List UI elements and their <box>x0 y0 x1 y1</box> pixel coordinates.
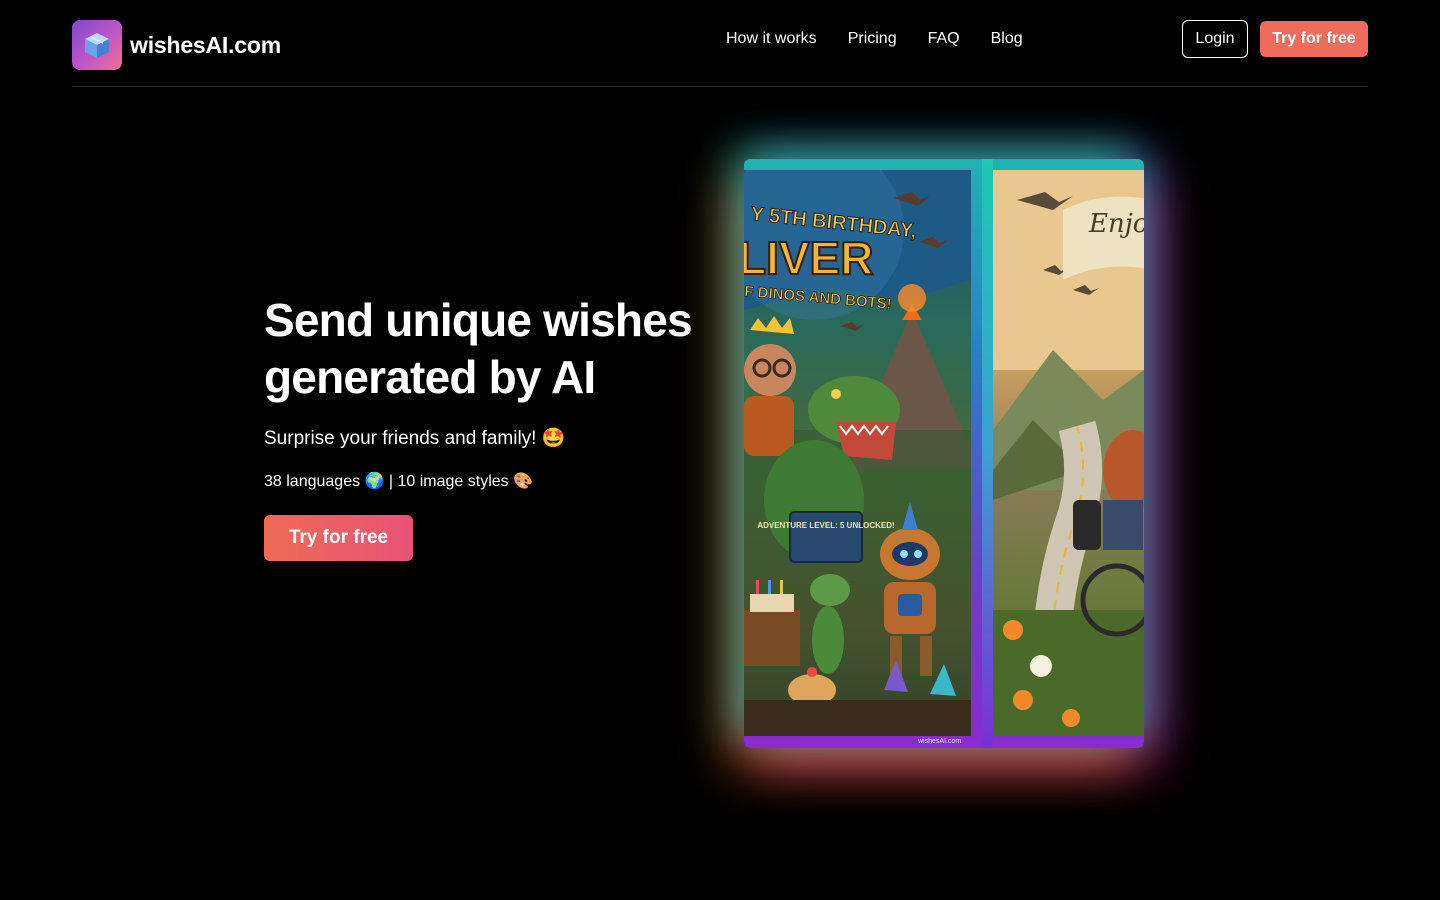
site-header: wishesAI.com How it works Pricing FAQ Bl… <box>72 0 1368 87</box>
card-divider <box>982 159 993 748</box>
nav-pricing[interactable]: Pricing <box>848 30 897 48</box>
adventure-sign: ADVENTURE LEVEL: 5 UNLOCKED! <box>757 521 894 530</box>
hero-title: Send unique wishes generated by AI <box>264 294 693 403</box>
try-for-free-hero-button[interactable]: Try for free <box>264 515 413 561</box>
hero-subtitle: Surprise your friends and family! 🤩 <box>264 428 566 449</box>
nav-how-it-works[interactable]: How it works <box>726 30 817 48</box>
gift-box-icon <box>72 20 122 70</box>
dino-robot-illustration: Y 5TH BIRTHDAY, LIVER F DINOS AND BOTS! <box>744 170 971 736</box>
showcase-card-stack: Y 5TH BIRTHDAY, LIVER F DINOS AND BOTS! <box>744 159 1144 748</box>
nav-faq[interactable]: FAQ <box>928 30 960 48</box>
brand-link[interactable]: wishesAI.com <box>72 20 281 70</box>
try-for-free-header-button[interactable]: Try for free <box>1260 21 1368 57</box>
login-button[interactable]: Login <box>1182 20 1248 58</box>
hero-section: Send unique wishes generated by AI Surpr… <box>264 292 694 561</box>
banner-line2: LIVER <box>744 232 873 284</box>
nav-blog[interactable]: Blog <box>991 30 1023 48</box>
main-nav: How it works Pricing FAQ Blog <box>726 30 1023 48</box>
hero-features: 38 languages 🌍 | 10 image styles 🎨 <box>264 473 534 490</box>
cycling-card-illustration: Enjoy Happ <box>993 170 1144 736</box>
landing-page: wishesAI.com How it works Pricing FAQ Bl… <box>0 0 1440 900</box>
enjoy-banner: Enjoy Happ <box>1088 209 1144 239</box>
cyclist-illustration: Enjoy Happ <box>993 170 1144 736</box>
watermark: wishesAI.com <box>918 738 962 745</box>
birthday-card-illustration: Y 5TH BIRTHDAY, LIVER F DINOS AND BOTS! <box>744 170 971 736</box>
brand-name: wishesAI.com <box>130 31 281 58</box>
